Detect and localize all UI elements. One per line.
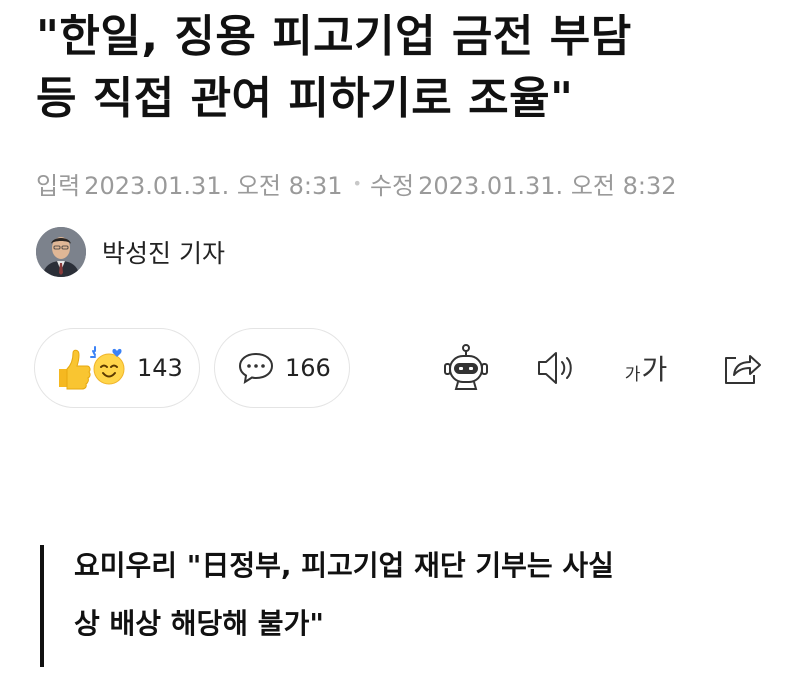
- robot-icon: [444, 344, 488, 390]
- font-small-glyph: 가: [624, 365, 641, 385]
- separator-dot: •: [352, 173, 362, 193]
- edit-time: 2023.01.31. 오전 8:32: [418, 171, 677, 200]
- font-size-button[interactable]: 가 가: [614, 336, 678, 400]
- listen-button[interactable]: [524, 336, 588, 400]
- speech-bubble-icon: [238, 352, 274, 385]
- reporter-photo-icon: [36, 227, 86, 277]
- edit-label: 수정: [369, 171, 415, 200]
- input-label: 입력: [36, 171, 81, 200]
- reaction-button[interactable]: 143: [34, 328, 200, 408]
- reaction-count: 143: [137, 354, 183, 382]
- byline[interactable]: 박성진 기자: [36, 226, 225, 278]
- share-icon: [725, 355, 761, 384]
- headline-line-2: 등 직접 관여 피하기로 조율": [36, 73, 574, 124]
- font-size-icon: 가 가: [625, 348, 667, 388]
- input-time: 2023.01.31. 오전 8:31: [84, 171, 343, 200]
- comment-button[interactable]: 166: [214, 328, 350, 408]
- article-subheading: 요미우리 "日정부, 피고기업 재단 기부는 사실 상 배상 해당해 불가": [40, 545, 740, 667]
- subheading-text: 요미우리 "日정부, 피고기업 재단 기부는 사실 상 배상 해당해 불가": [74, 537, 740, 653]
- font-large-glyph: 가: [641, 353, 668, 386]
- comment-count: 166: [285, 354, 331, 382]
- speaker-icon: [538, 352, 572, 384]
- subheading-line-2: 상 배상 해당해 불가": [74, 607, 324, 640]
- thumbs-up-smile-icon: [59, 346, 125, 390]
- article-timestamps: 입력 2023.01.31. 오전 8:31 • 수정 2023.01.31. …: [36, 163, 677, 203]
- summary-bot-button[interactable]: [434, 336, 498, 400]
- share-button[interactable]: [710, 336, 774, 400]
- subheading-line-1: 요미우리 "日정부, 피고기업 재단 기부는 사실: [74, 549, 614, 582]
- article-headline: "한일, 징용 피고기업 금전 부담 등 직접 관여 피하기로 조율": [36, 6, 776, 130]
- reporter-name[interactable]: 박성진 기자: [102, 234, 225, 270]
- reporter-avatar[interactable]: [36, 227, 86, 277]
- headline-line-1: "한일, 징용 피고기업 금전 부담: [36, 11, 632, 62]
